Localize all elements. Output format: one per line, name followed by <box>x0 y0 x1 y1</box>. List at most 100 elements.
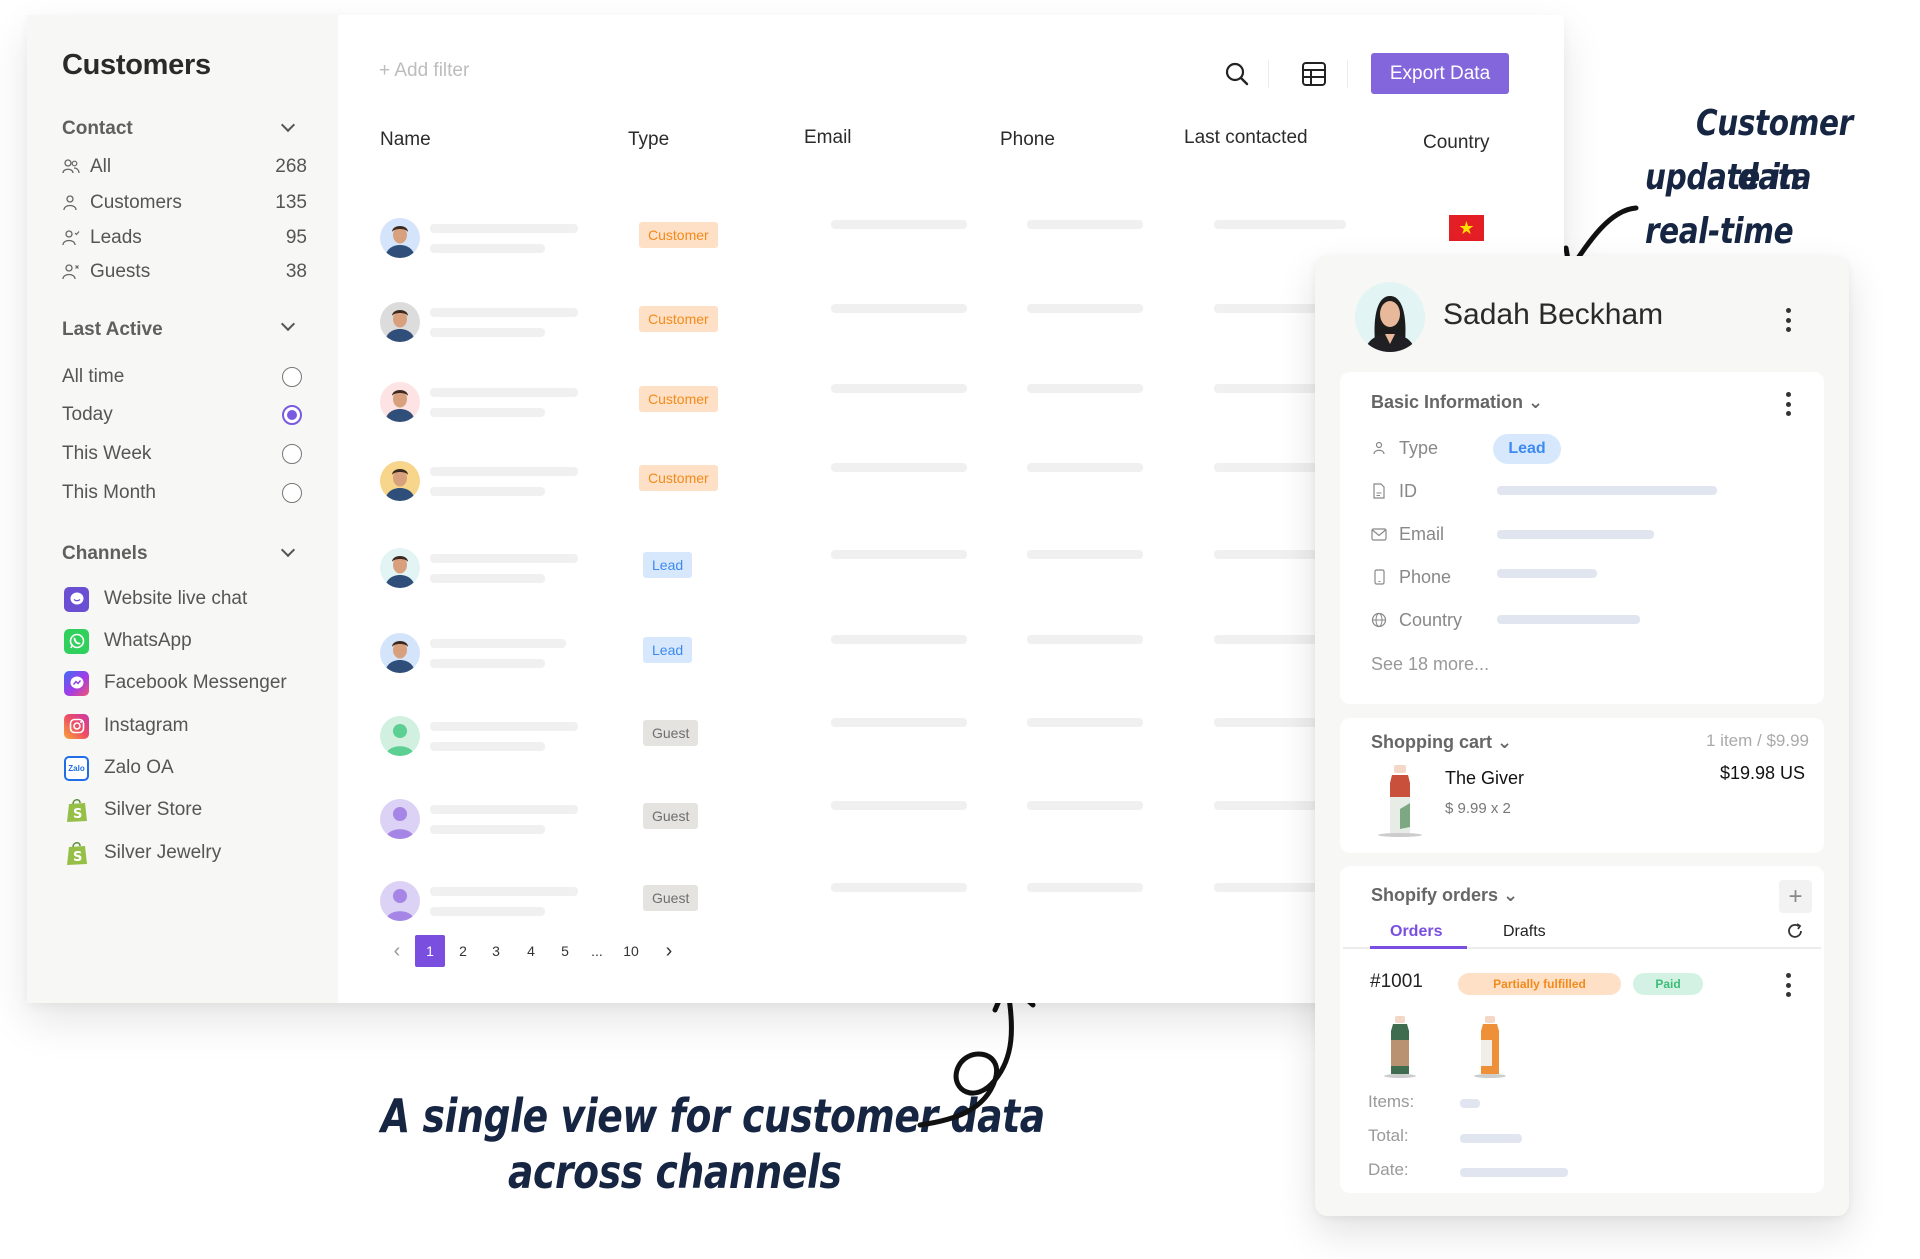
column-header-phone[interactable]: Phone <box>1000 129 1055 151</box>
pagination-page-5[interactable]: 5 <box>557 935 573 967</box>
chevron-down-icon[interactable] <box>280 316 296 332</box>
filter-this-month[interactable]: This Month <box>62 478 302 508</box>
pagination-page-10[interactable]: 10 <box>619 935 643 967</box>
channel-zalo-oa[interactable]: Zalo Zalo OA <box>64 753 174 783</box>
subtitle-placeholder <box>430 328 545 337</box>
contact-section-heading[interactable]: Contact <box>62 118 133 140</box>
avatar <box>380 302 420 342</box>
customer-avatar <box>1355 282 1425 352</box>
email-placeholder <box>831 304 967 313</box>
sidebar-item-label: Customers <box>90 192 182 213</box>
pagination-page-4[interactable]: 4 <box>523 935 539 967</box>
shopify-icon: S <box>64 798 89 823</box>
user-icon <box>1371 440 1387 456</box>
radio-this-week[interactable] <box>282 444 302 464</box>
search-icon[interactable] <box>1222 59 1252 89</box>
filter-all-time[interactable]: All time <box>62 362 302 392</box>
fulfillment-status-badge: Partially fulfilled <box>1458 973 1621 995</box>
type-badge: Lead <box>643 637 693 663</box>
column-header-country[interactable]: Country <box>1423 132 1490 154</box>
sidebar-item-guests[interactable]: Guests 38 <box>62 257 307 287</box>
channel-facebook-messenger[interactable]: Facebook Messenger <box>64 668 287 698</box>
sidebar-item-leads[interactable]: Leads 95 <box>62 223 307 253</box>
channel-whatsapp[interactable]: WhatsApp <box>64 626 192 656</box>
whatsapp-icon <box>64 628 89 654</box>
phone-icon <box>1371 569 1387 585</box>
column-header-last-contacted[interactable]: Last contacted <box>1184 127 1308 149</box>
column-header-email[interactable]: Email <box>804 127 852 149</box>
add-order-button[interactable]: + <box>1779 880 1812 913</box>
name-placeholder <box>430 805 578 814</box>
email-placeholder <box>831 883 967 892</box>
basic-information-title[interactable]: Basic Information ⌄ <box>1371 392 1543 413</box>
chevron-down-icon[interactable] <box>280 117 296 133</box>
radio-all-time[interactable] <box>282 367 302 387</box>
pagination-prev-button[interactable]: ‹ <box>389 935 405 967</box>
type-badge: Customer <box>639 222 718 248</box>
sidebar-item-customers[interactable]: Customers 135 <box>62 188 307 218</box>
channel-silver-jewelry[interactable]: S Silver Jewelry <box>64 838 221 868</box>
phone-placeholder <box>1027 463 1143 472</box>
field-label: Email <box>1399 523 1445 544</box>
channel-label: Facebook Messenger <box>104 672 287 693</box>
email-placeholder <box>831 463 967 472</box>
filter-label: This Month <box>62 482 156 503</box>
customer-detail-panel: Sadah Beckham Basic Information ⌄ Type L… <box>1315 256 1849 1216</box>
shopping-cart-title[interactable]: Shopping cart ⌄ <box>1371 732 1512 753</box>
svg-text:S: S <box>73 850 82 865</box>
sidebar-item-count: 268 <box>275 156 307 177</box>
channels-section-heading[interactable]: Channels <box>62 543 148 565</box>
email-placeholder <box>831 384 967 393</box>
refresh-icon[interactable] <box>1786 922 1804 945</box>
customer-name: Sadah Beckham <box>1443 298 1664 331</box>
tab-orders[interactable]: Orders <box>1390 923 1442 941</box>
see-more-link[interactable]: See 18 more... <box>1371 654 1489 675</box>
field-id: ID <box>1371 478 1417 504</box>
phone-placeholder <box>1027 384 1143 393</box>
filter-this-week[interactable]: This Week <box>62 439 302 469</box>
more-options-icon[interactable] <box>1785 308 1791 332</box>
name-placeholder <box>430 887 578 896</box>
email-placeholder <box>831 635 967 644</box>
sidebar-item-count: 38 <box>285 261 307 282</box>
field-value-placeholder <box>1497 486 1717 495</box>
export-data-button[interactable]: Export Data <box>1371 53 1509 94</box>
add-filter-button[interactable]: + Add filter <box>379 60 469 82</box>
pagination-page-1[interactable]: 1 <box>415 935 445 967</box>
tab-drafts[interactable]: Drafts <box>1503 923 1546 941</box>
column-header-name[interactable]: Name <box>380 129 431 151</box>
avatar <box>380 461 420 501</box>
shopify-orders-title[interactable]: Shopify orders ⌄ <box>1371 885 1518 906</box>
radio-this-month[interactable] <box>282 483 302 503</box>
type-badge: Lead <box>1493 434 1561 464</box>
channel-instagram[interactable]: Instagram <box>64 711 188 741</box>
user-x-icon <box>62 263 80 281</box>
avatar <box>380 881 420 921</box>
pagination-page-2[interactable]: 2 <box>455 935 471 967</box>
filter-today[interactable]: Today <box>62 400 302 430</box>
more-options-icon[interactable] <box>1785 392 1791 416</box>
more-options-icon[interactable] <box>1785 973 1791 997</box>
field-label: ID <box>1399 480 1417 501</box>
chevron-down-icon[interactable] <box>280 542 296 558</box>
cart-item-name: The Giver <box>1445 768 1525 788</box>
annotation-realtime-line2: update in real-time <box>1645 151 1871 259</box>
channel-website-live-chat[interactable]: Website live chat <box>64 584 247 614</box>
cart-item-total: $19.98 US <box>1719 763 1805 783</box>
last-active-section-heading[interactable]: Last Active <box>62 319 163 341</box>
radio-today[interactable] <box>282 405 302 425</box>
channel-silver-store[interactable]: S Silver Store <box>64 795 202 825</box>
table-columns-icon[interactable] <box>1299 59 1329 89</box>
sidebar-item-count: 135 <box>275 192 307 213</box>
basic-information-panel: Basic Information ⌄ Type Lead ID Email P… <box>1340 372 1824 704</box>
user-check-icon <box>62 229 80 247</box>
subtitle-placeholder <box>430 825 545 834</box>
email-placeholder <box>831 718 967 727</box>
sidebar: Customers Contact All 268 Customers 135 … <box>27 15 338 1003</box>
field-country: Country <box>1371 607 1462 633</box>
pagination-page-3[interactable]: 3 <box>488 935 504 967</box>
sidebar-item-all[interactable]: All 268 <box>62 152 307 182</box>
column-header-type[interactable]: Type <box>628 129 669 151</box>
pagination-next-button[interactable]: › <box>661 935 677 967</box>
order-id[interactable]: #1001 <box>1370 971 1423 993</box>
